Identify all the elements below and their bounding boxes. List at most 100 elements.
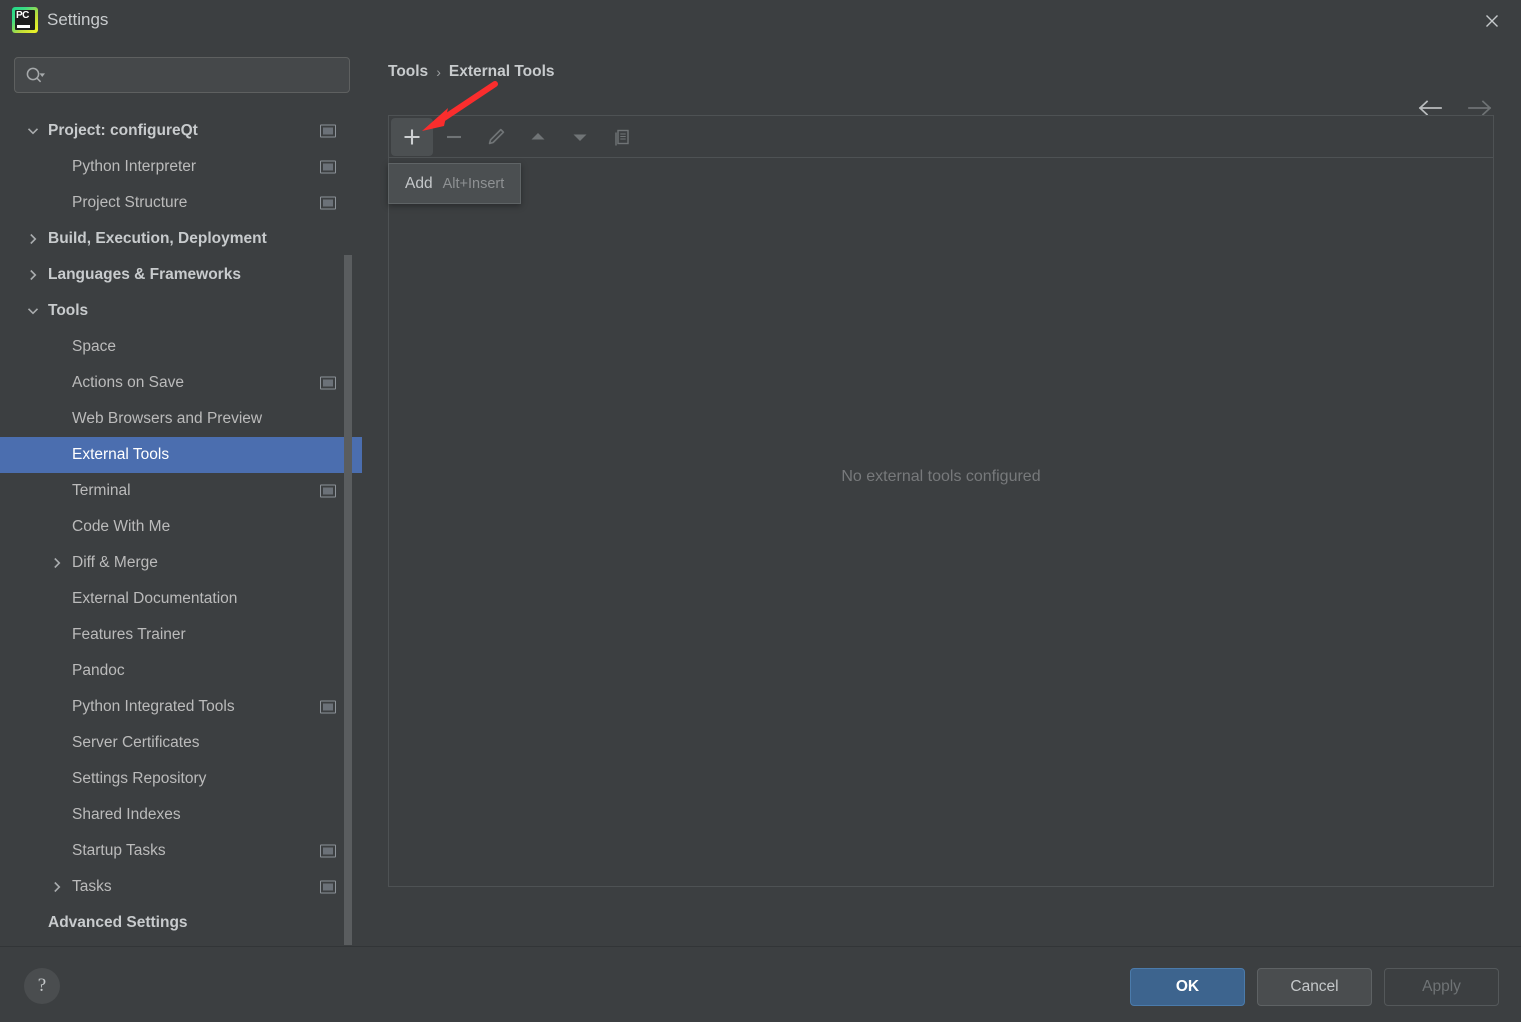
search-input[interactable] <box>53 58 343 92</box>
app-icon-text: PC <box>16 10 29 21</box>
breadcrumb-separator: › <box>436 64 441 80</box>
add-button[interactable] <box>391 117 433 156</box>
sidebar-item-label: Advanced Settings <box>48 914 188 931</box>
sidebar-item-tools[interactable]: Tools <box>0 293 362 329</box>
sidebar-item-label: Startup Tasks <box>72 842 166 859</box>
sidebar-item-label: Code With Me <box>72 518 171 535</box>
copy-button <box>601 118 643 156</box>
sidebar-item-label: Actions on Save <box>72 374 185 391</box>
minus-icon <box>447 135 461 138</box>
settings-dialog: PC Settings Project: configureQt Python … <box>0 0 1521 1022</box>
project-scope-icon <box>320 124 336 138</box>
project-scope-icon <box>320 880 336 894</box>
sidebar-item-label: Python Integrated Tools <box>72 698 235 715</box>
project-scope-icon <box>320 844 336 858</box>
sidebar-item-label: Settings Repository <box>72 770 207 787</box>
search-container <box>14 57 350 93</box>
breadcrumb-current: External Tools <box>448 63 555 80</box>
breadcrumb-parent[interactable]: Tools <box>388 63 428 81</box>
sidebar-item-build-execution-deployment[interactable]: Build, Execution, Deployment <box>0 221 362 257</box>
tools-toolbar <box>389 116 1493 158</box>
sidebar-item-label: Tasks <box>72 878 112 895</box>
settings-tree: Project: configureQt Python Interpreter Pr… <box>0 113 362 946</box>
search-box[interactable] <box>14 57 350 93</box>
sidebar-item-advanced-settings[interactable]: Advanced Settings <box>0 905 362 941</box>
sidebar-item-label: Server Certificates <box>72 734 200 751</box>
sidebar-item-label: Web Browsers and Preview <box>72 410 263 427</box>
remove-button <box>433 118 475 156</box>
sidebar-item-web-browsers-and-preview[interactable]: Web Browsers and Preview <box>0 401 362 437</box>
help-button[interactable]: ? <box>24 968 60 1004</box>
sidebar-item-python-integrated-tools[interactable]: Python Integrated Tools <box>0 689 362 725</box>
sidebar-item-label: Terminal <box>72 482 131 499</box>
sidebar-item-label: Project Structure <box>72 194 188 211</box>
sidebar-item-code-with-me[interactable]: Code With Me <box>0 509 362 545</box>
add-button-tooltip: Add Alt+Insert <box>388 163 522 204</box>
project-scope-icon <box>320 700 336 714</box>
sidebar-item-space[interactable]: Space <box>0 329 362 365</box>
sidebar-item-actions-on-save[interactable]: Actions on Save <box>0 365 362 401</box>
sidebar-item-project-structure[interactable]: Project Structure <box>0 185 362 221</box>
sidebar-item-label: Languages & Frameworks <box>48 266 241 283</box>
dialog-buttons: OK Cancel Apply <box>1130 968 1499 1006</box>
chevron-down-icon[interactable] <box>24 122 42 140</box>
sidebar-item-project-configureqt[interactable]: Project: configureQt <box>0 113 362 149</box>
sidebar-item-shared-indexes[interactable]: Shared Indexes <box>0 797 362 833</box>
project-scope-icon <box>320 484 336 498</box>
sidebar-item-python-interpreter[interactable]: Python Interpreter <box>0 149 362 185</box>
content-area: Tools › External Tools No external tools… <box>362 41 1521 946</box>
sidebar-item-label: Python Interpreter <box>72 158 197 175</box>
sidebar-item-label: External Tools <box>72 446 170 463</box>
sidebar-item-label: Diff & Merge <box>72 554 158 571</box>
sidebar-scrollbar-thumb[interactable] <box>344 255 352 945</box>
sidebar-item-languages-frameworks[interactable]: Languages & Frameworks <box>0 257 362 293</box>
sidebar-item-features-trainer[interactable]: Features Trainer <box>0 617 362 653</box>
close-button[interactable] <box>1463 0 1521 41</box>
sidebar-item-label: Build, Execution, Deployment <box>48 230 267 247</box>
sidebar-item-label: Project: configureQt <box>48 122 198 139</box>
sidebar-item-tasks[interactable]: Tasks <box>0 869 362 905</box>
sidebar-item-label: Shared Indexes <box>72 806 181 823</box>
apply-button: Apply <box>1384 968 1499 1006</box>
settings-sidebar: Project: configureQt Python Interpreter Pr… <box>0 41 362 946</box>
sidebar-item-terminal[interactable]: Terminal <box>0 473 362 509</box>
tooltip-label: Add <box>405 174 433 192</box>
chevron-right-icon[interactable] <box>48 878 66 896</box>
move-down-button <box>559 118 601 156</box>
sidebar-item-settings-repository[interactable]: Settings Repository <box>0 761 362 797</box>
project-scope-icon <box>320 160 336 174</box>
sidebar-item-pandoc[interactable]: Pandoc <box>0 653 362 689</box>
project-scope-icon <box>320 196 336 210</box>
breadcrumb: Tools › External Tools <box>388 63 555 81</box>
sidebar-item-external-tools[interactable]: External Tools <box>0 437 362 473</box>
sidebar-item-label: Space <box>72 338 116 355</box>
edit-button <box>475 118 517 156</box>
sidebar-item-diff-merge[interactable]: Diff & Merge <box>0 545 362 581</box>
chevron-right-icon[interactable] <box>24 266 42 284</box>
triangle-up-icon <box>531 132 545 139</box>
project-scope-icon <box>320 376 336 390</box>
dialog-footer: ? OK Cancel Apply <box>0 946 1521 1022</box>
ok-button[interactable]: OK <box>1130 968 1245 1006</box>
move-up-button <box>517 118 559 156</box>
chevron-right-icon[interactable] <box>24 230 42 248</box>
search-icon <box>25 66 47 86</box>
close-icon <box>1486 14 1498 27</box>
pencil-icon <box>488 128 505 144</box>
cancel-button[interactable]: Cancel <box>1257 968 1372 1006</box>
window-title: Settings <box>47 10 109 29</box>
chevron-down-icon[interactable] <box>24 302 42 320</box>
sidebar-item-external-documentation[interactable]: External Documentation <box>0 581 362 617</box>
tooltip-shortcut: Alt+Insert <box>442 175 505 192</box>
chevron-right-icon[interactable] <box>48 554 66 572</box>
external-tools-panel: No external tools configured <box>388 115 1494 887</box>
title-bar: PC Settings <box>0 0 1521 41</box>
plus-icon <box>404 129 420 144</box>
sidebar-item-label: External Documentation <box>72 590 238 607</box>
sidebar-item-startup-tasks[interactable]: Startup Tasks <box>0 833 362 869</box>
triangle-down-icon <box>573 134 587 141</box>
sidebar-item-server-certificates[interactable]: Server Certificates <box>0 725 362 761</box>
app-icon-bar <box>17 25 30 28</box>
pycharm-icon: PC <box>12 7 38 33</box>
sidebar-item-label: Tools <box>48 302 89 319</box>
